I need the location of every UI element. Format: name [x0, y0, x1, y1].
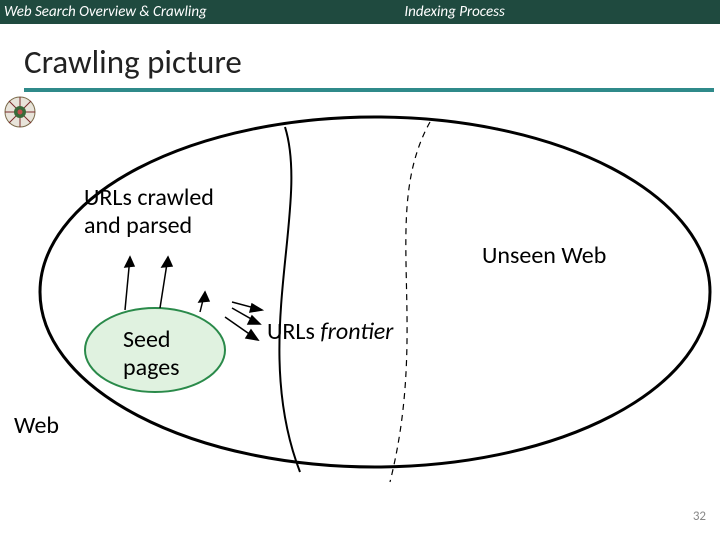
crawled-divider: [279, 127, 300, 472]
page-number: 32: [693, 509, 706, 524]
label-frontier: URLs frontier: [267, 318, 393, 346]
frontier-divider: [390, 122, 430, 482]
label-web: Web: [14, 412, 59, 440]
label-frontier-prefix: URLs: [267, 317, 320, 346]
seed-arrows: [125, 257, 209, 312]
label-unseen: Unseen Web: [482, 242, 606, 270]
label-seed: Seed pages: [123, 326, 180, 381]
header-left: Web Search Overview & Crawling: [0, 0, 374, 24]
diagram-svg: [0, 92, 720, 532]
header-right: Indexing Process: [374, 0, 720, 24]
spider-icon: [0, 92, 40, 132]
label-frontier-italic: frontier: [320, 317, 393, 346]
diagram-stage: URLs crawled and parsed Unseen Web Seed …: [0, 92, 720, 532]
web-ellipse: [40, 117, 710, 467]
title-block: Crawling picture: [0, 24, 720, 92]
header-bar: Web Search Overview & Crawling Indexing …: [0, 0, 720, 24]
frontier-arrows: [225, 302, 262, 340]
label-crawled: URLs crawled and parsed: [84, 184, 214, 239]
page-title: Crawling picture: [24, 42, 720, 82]
